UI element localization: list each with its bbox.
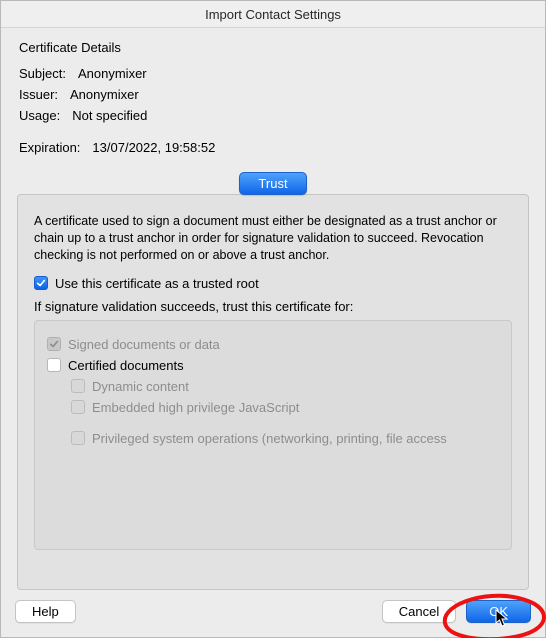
subject-label: Subject:	[19, 66, 66, 81]
issuer-label: Issuer:	[19, 87, 58, 102]
certificate-details-header: Certificate Details	[19, 40, 529, 55]
checkbox-disabled-icon	[71, 431, 85, 445]
opt-embedded-js: Embedded high privilege JavaScript	[71, 400, 499, 415]
opt-embedded-label: Embedded high privilege JavaScript	[92, 400, 299, 415]
opt-signed-documents: Signed documents or data	[47, 337, 499, 352]
opt-signed-label: Signed documents or data	[68, 337, 220, 352]
opt-dynamic-content: Dynamic content	[71, 379, 499, 394]
opt-certified-documents[interactable]: Certified documents	[47, 358, 499, 373]
expiration-label: Expiration:	[19, 140, 80, 155]
tab-trust[interactable]: Trust	[239, 172, 306, 195]
checkbox-disabled-icon	[71, 400, 85, 414]
usage-value: Not specified	[72, 108, 147, 123]
subject-value: Anonymixer	[78, 66, 147, 81]
opt-dynamic-label: Dynamic content	[92, 379, 189, 394]
issuer-value: Anonymixer	[70, 87, 139, 102]
subject-row: Subject: Anonymixer	[19, 66, 529, 81]
window-title: Import Contact Settings	[1, 1, 545, 28]
opt-certified-label: Certified documents	[68, 358, 184, 373]
expiration-row: Expiration: 13/07/2022, 19:58:52	[19, 140, 529, 155]
use-as-trusted-root-label: Use this certificate as a trusted root	[55, 276, 259, 291]
dialog-footer: Help Cancel OK	[1, 590, 545, 637]
trust-panel: A certificate used to sign a document mu…	[17, 194, 529, 590]
content-area: Certificate Details Subject: Anonymixer …	[1, 28, 545, 590]
trust-description: A certificate used to sign a document mu…	[34, 213, 512, 264]
help-button[interactable]: Help	[15, 600, 76, 623]
usage-row: Usage: Not specified	[19, 108, 529, 123]
checkbox-disabled-icon	[71, 379, 85, 393]
issuer-row: Issuer: Anonymixer	[19, 87, 529, 102]
import-contact-settings-dialog: Import Contact Settings Certificate Deta…	[0, 0, 546, 638]
cancel-button[interactable]: Cancel	[382, 600, 456, 623]
use-as-trusted-root-row[interactable]: Use this certificate as a trusted root	[34, 276, 512, 291]
trust-options-panel: Signed documents or data Certified docum…	[34, 320, 512, 550]
checkbox-unchecked-icon[interactable]	[47, 358, 61, 372]
opt-privileged-ops: Privileged system operations (networking…	[71, 431, 499, 446]
expiration-value: 13/07/2022, 19:58:52	[92, 140, 215, 155]
checkbox-disabled-checked-icon	[47, 337, 61, 351]
usage-label: Usage:	[19, 108, 60, 123]
tab-strip: Trust	[17, 172, 529, 195]
if-validation-succeeds-label: If signature validation succeeds, trust …	[34, 299, 512, 314]
opt-privileged-label: Privileged system operations (networking…	[92, 431, 447, 446]
ok-button[interactable]: OK	[466, 600, 531, 623]
checkbox-checked-icon[interactable]	[34, 276, 48, 290]
